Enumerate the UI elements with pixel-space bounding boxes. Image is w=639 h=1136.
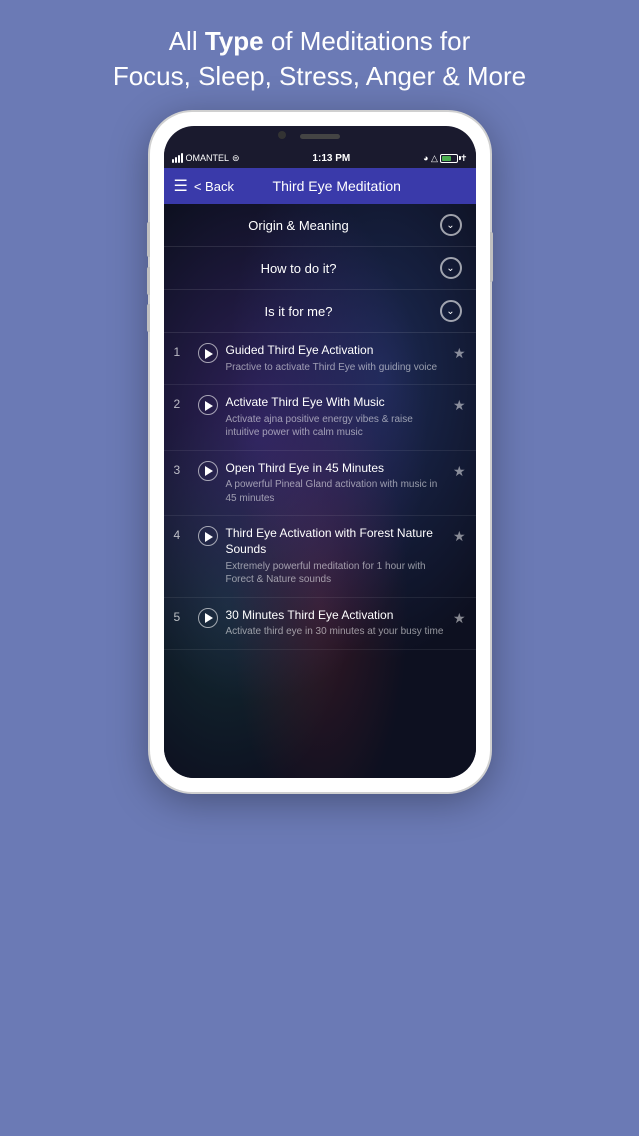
track-title-2: Activate Third Eye With Music <box>226 395 447 411</box>
phone-device: OMANTEL ⊜ 1:13 PM ◕ △ ✝ ☰ < Back Third E… <box>150 112 490 792</box>
favorite-star-4[interactable]: ★ <box>453 526 466 545</box>
status-icons: ◕ △ <box>423 153 438 164</box>
play-button-5[interactable] <box>198 608 218 628</box>
favorite-star-1[interactable]: ★ <box>453 343 466 362</box>
nav-bar: ☰ < Back Third Eye Meditation <box>164 168 476 204</box>
accordion-item-how[interactable]: How to do it? ⌄ <box>164 247 476 290</box>
track-title-1: Guided Third Eye Activation <box>226 343 447 359</box>
track-list: 1 Guided Third Eye Activation Practive t… <box>164 333 476 650</box>
track-item-2[interactable]: 2 Activate Third Eye With Music Activate… <box>164 385 476 451</box>
track-desc-3: A powerful Pineal Gland activation with … <box>226 478 447 505</box>
chevron-down-icon-how: ⌄ <box>440 257 462 279</box>
track-item-4[interactable]: 4 Third Eye Activation with Forest Natur… <box>164 516 476 597</box>
favorite-star-2[interactable]: ★ <box>453 395 466 414</box>
nav-title: Third Eye Meditation <box>234 178 440 194</box>
track-desc-5: Activate third eye in 30 minutes at your… <box>226 625 447 639</box>
play-button-4[interactable] <box>198 526 218 546</box>
play-button-1[interactable] <box>198 343 218 363</box>
track-desc-4: Extremely powerful meditation for 1 hour… <box>226 560 447 587</box>
lightning-icon: ✝ <box>460 153 468 164</box>
track-number-4: 4 <box>174 526 190 542</box>
play-icon-4 <box>205 532 213 542</box>
track-title-4: Third Eye Activation with Forest Nature … <box>226 526 447 557</box>
track-number-1: 1 <box>174 343 190 359</box>
accordion-label-how: How to do it? <box>178 261 420 276</box>
accordion-section: Origin & Meaning ⌄ How to do it? ⌄ Is it… <box>164 204 476 333</box>
accordion-item-isit[interactable]: Is it for me? ⌄ <box>164 290 476 333</box>
track-item-5[interactable]: 5 30 Minutes Third Eye Activation Activa… <box>164 598 476 650</box>
headline-prefix: All <box>169 26 205 56</box>
play-icon-2 <box>205 401 213 411</box>
accordion-label-origin: Origin & Meaning <box>178 218 420 233</box>
play-icon-1 <box>205 349 213 359</box>
track-title-5: 30 Minutes Third Eye Activation <box>226 608 447 624</box>
track-number-3: 3 <box>174 461 190 477</box>
accordion-item-origin[interactable]: Origin & Meaning ⌄ <box>164 204 476 247</box>
favorite-star-3[interactable]: ★ <box>453 461 466 480</box>
track-item-3[interactable]: 3 Open Third Eye in 45 Minutes A powerfu… <box>164 451 476 517</box>
hamburger-button[interactable]: ☰ <box>174 176 188 196</box>
headline: All Type of Meditations forFocus, Sleep,… <box>73 0 566 112</box>
play-icon-3 <box>205 466 213 476</box>
track-number-5: 5 <box>174 608 190 624</box>
track-number-2: 2 <box>174 395 190 411</box>
chevron-down-icon-isit: ⌄ <box>440 300 462 322</box>
screen-content: Origin & Meaning ⌄ How to do it? ⌄ Is it… <box>164 204 476 778</box>
carrier-label: OMANTEL <box>186 153 230 163</box>
play-icon-5 <box>205 613 213 623</box>
track-title-3: Open Third Eye in 45 Minutes <box>226 461 447 477</box>
track-desc-2: Activate ajna positive energy vibes & ra… <box>226 413 447 440</box>
phone-screen: OMANTEL ⊜ 1:13 PM ◕ △ ✝ ☰ < Back Third E… <box>164 126 476 778</box>
track-desc-1: Practive to activate Third Eye with guid… <box>226 361 447 375</box>
favorite-star-5[interactable]: ★ <box>453 608 466 627</box>
track-info-2: Activate Third Eye With Music Activate a… <box>226 395 447 440</box>
wifi-icon: ⊜ <box>232 153 240 164</box>
play-button-2[interactable] <box>198 395 218 415</box>
back-button[interactable]: < Back <box>194 179 234 194</box>
play-button-3[interactable] <box>198 461 218 481</box>
track-info-5: 30 Minutes Third Eye Activation Activate… <box>226 608 447 639</box>
track-info-4: Third Eye Activation with Forest Nature … <box>226 526 447 586</box>
chevron-down-icon-origin: ⌄ <box>440 214 462 236</box>
accordion-label-isit: Is it for me? <box>178 304 420 319</box>
status-time: 1:13 PM <box>312 153 350 164</box>
status-bar: OMANTEL ⊜ 1:13 PM ◕ △ ✝ <box>164 148 476 168</box>
headline-bold: Type <box>205 26 264 56</box>
track-item-1[interactable]: 1 Guided Third Eye Activation Practive t… <box>164 333 476 385</box>
track-info-3: Open Third Eye in 45 Minutes A powerful … <box>226 461 447 506</box>
track-info-1: Guided Third Eye Activation Practive to … <box>226 343 447 374</box>
